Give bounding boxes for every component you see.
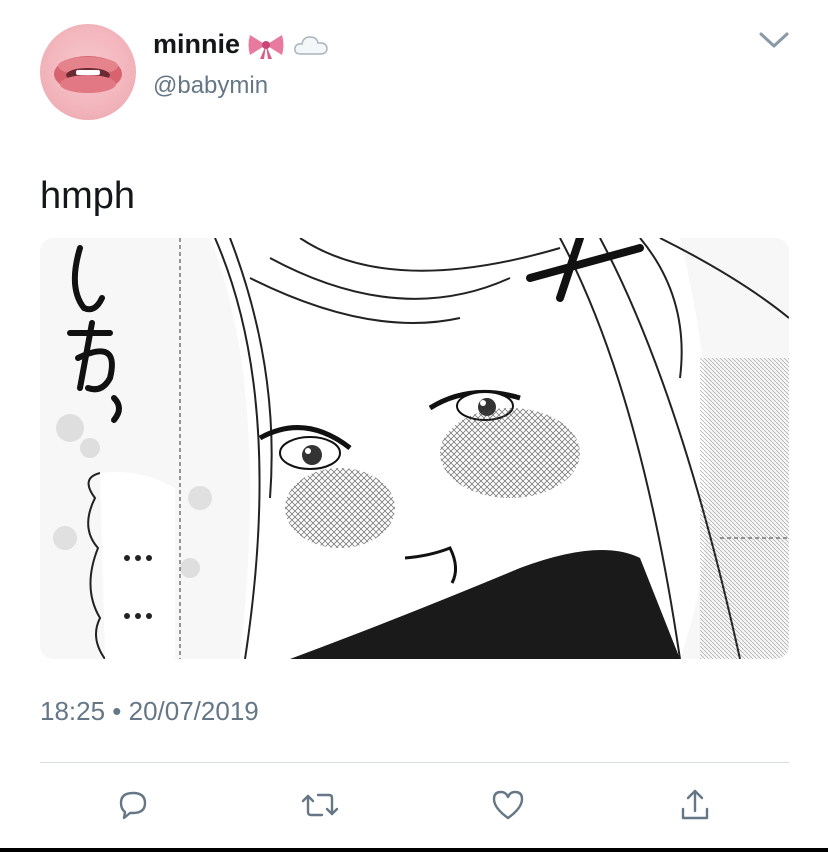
tweet-actions — [0, 780, 828, 830]
reply-icon — [119, 791, 147, 820]
tweet-timestamp[interactable]: 18:25 • 20/07/2019 — [40, 696, 259, 727]
bottom-bar — [0, 848, 828, 852]
display-name-row[interactable]: minnie — [153, 29, 330, 60]
bow-emoji-icon — [248, 34, 284, 59]
reply-button[interactable] — [108, 780, 158, 830]
tweet-media-image[interactable] — [40, 238, 789, 659]
retweet-button[interactable] — [295, 780, 345, 830]
share-button[interactable] — [670, 780, 720, 830]
cloud-emoji-icon — [294, 35, 328, 55]
display-name[interactable]: minnie — [153, 29, 240, 60]
avatar[interactable] — [40, 24, 136, 120]
heart-icon — [492, 790, 524, 820]
handle[interactable]: @babymin — [153, 72, 268, 100]
tweet-text: hmph — [40, 175, 136, 217]
like-button[interactable] — [483, 780, 533, 830]
more-options-chevron-down-icon[interactable] — [758, 30, 790, 55]
divider — [40, 762, 789, 763]
share-icon — [681, 789, 709, 820]
retweet-icon — [301, 793, 339, 817]
